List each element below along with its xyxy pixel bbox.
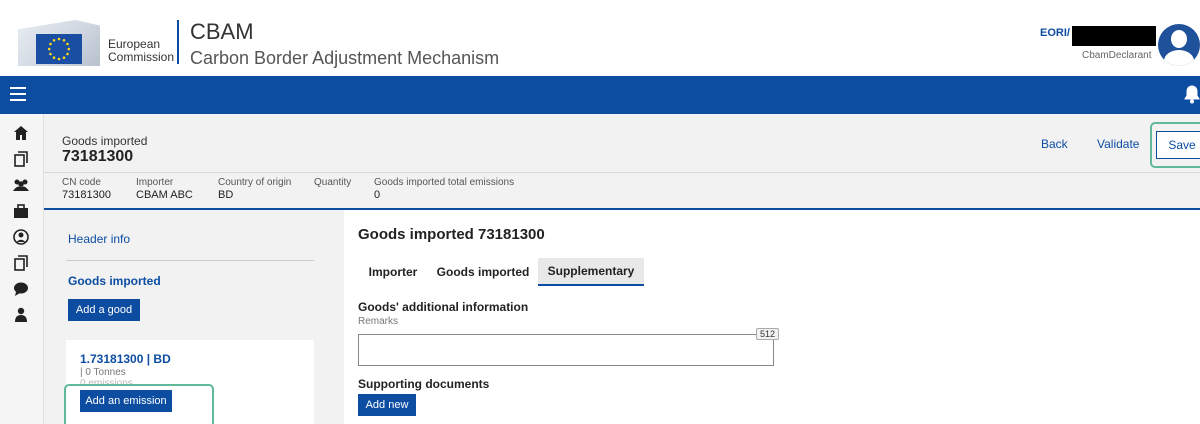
add-good-button[interactable]: Add a good bbox=[68, 299, 140, 321]
summary-col-cn-code: CN code 73181300 bbox=[62, 177, 111, 201]
record-summary: Goods imported 73181300 CN code 73181300… bbox=[44, 114, 1200, 210]
summary-col-country-of-origin: Country of origin BD bbox=[218, 177, 291, 201]
user-role: CbamDeclarant bbox=[1082, 50, 1152, 61]
avatar-head-shape bbox=[1171, 30, 1187, 48]
panel-divider bbox=[66, 260, 314, 261]
app-header: European Commission CBAM Carbon Border A… bbox=[0, 0, 1200, 76]
hamburger-icon[interactable] bbox=[10, 87, 26, 101]
tab-importer[interactable]: Importer bbox=[358, 258, 428, 286]
profile-icon[interactable] bbox=[12, 228, 30, 246]
supporting-docs-title: Supporting documents bbox=[358, 377, 490, 391]
page-title: Goods imported 73181300 bbox=[358, 226, 545, 243]
column-label: Quantity bbox=[314, 177, 352, 188]
add-new-button[interactable]: Add new bbox=[358, 394, 416, 416]
column-value: CBAM ABC bbox=[136, 189, 193, 201]
documents-icon[interactable] bbox=[12, 150, 30, 168]
summary-col-importer: Importer CBAM ABC bbox=[136, 177, 193, 201]
remarks-char-counter: 512 bbox=[756, 328, 780, 340]
home-icon[interactable] bbox=[12, 124, 30, 142]
good-title[interactable]: 1.73181300 | BD bbox=[80, 352, 171, 366]
add-emission-highlight-box bbox=[64, 384, 214, 424]
briefcase-icon[interactable] bbox=[12, 202, 30, 220]
bell-icon[interactable] bbox=[1182, 84, 1200, 104]
column-label: Importer bbox=[136, 177, 174, 188]
org-name: European Commission bbox=[108, 38, 174, 64]
column-value: 0 bbox=[374, 189, 381, 201]
additional-info-title: Goods' additional information bbox=[358, 300, 529, 314]
org-line-2: Commission bbox=[108, 50, 175, 64]
summary-code: 73181300 bbox=[62, 148, 134, 165]
chat-icon[interactable] bbox=[12, 280, 30, 298]
app-title: CBAM bbox=[190, 19, 254, 44]
summary-divider bbox=[44, 172, 1200, 173]
remarks-textarea[interactable] bbox=[358, 334, 774, 366]
tab-supplementary[interactable]: Supplementary bbox=[538, 258, 644, 286]
users-icon[interactable] bbox=[12, 176, 30, 194]
nav-bar bbox=[0, 76, 1200, 114]
column-label: CN code bbox=[62, 177, 101, 188]
person-icon[interactable] bbox=[12, 306, 30, 324]
tab-goods-imported[interactable]: Goods imported bbox=[430, 258, 536, 286]
app-subtitle: Carbon Border Adjustment Mechanism bbox=[190, 48, 500, 68]
european-commission-logo[interactable]: European Commission bbox=[18, 20, 178, 66]
summary-col-total-emissions: Goods imported total emissions 0 bbox=[374, 177, 514, 201]
eori-label: EORI/ bbox=[1040, 27, 1070, 39]
redacted-eori-number bbox=[1072, 26, 1156, 46]
eu-flag-icon bbox=[36, 34, 82, 64]
header-info-link[interactable]: Header info bbox=[68, 232, 130, 246]
logo-divider bbox=[177, 20, 179, 64]
summary-col-quantity: Quantity bbox=[314, 177, 351, 189]
remarks-label: Remarks bbox=[358, 316, 399, 327]
column-value: BD bbox=[218, 189, 234, 201]
user-avatar[interactable] bbox=[1158, 24, 1200, 66]
avatar-body-shape bbox=[1164, 50, 1194, 66]
column-label: Country of origin bbox=[218, 177, 292, 188]
good-quantity: | 0 Tonnes bbox=[80, 367, 126, 378]
icon-rail bbox=[0, 114, 44, 424]
documents-icon[interactable] bbox=[12, 254, 30, 272]
column-value: 73181300 bbox=[62, 189, 111, 201]
goods-imported-link[interactable]: Goods imported bbox=[68, 274, 161, 288]
column-label: Goods imported total emissions bbox=[374, 177, 515, 188]
validate-link[interactable]: Validate bbox=[1097, 137, 1139, 151]
summary-label: Goods imported bbox=[62, 134, 148, 148]
save-highlight-box bbox=[1150, 122, 1200, 168]
back-link[interactable]: Back bbox=[1041, 137, 1068, 151]
